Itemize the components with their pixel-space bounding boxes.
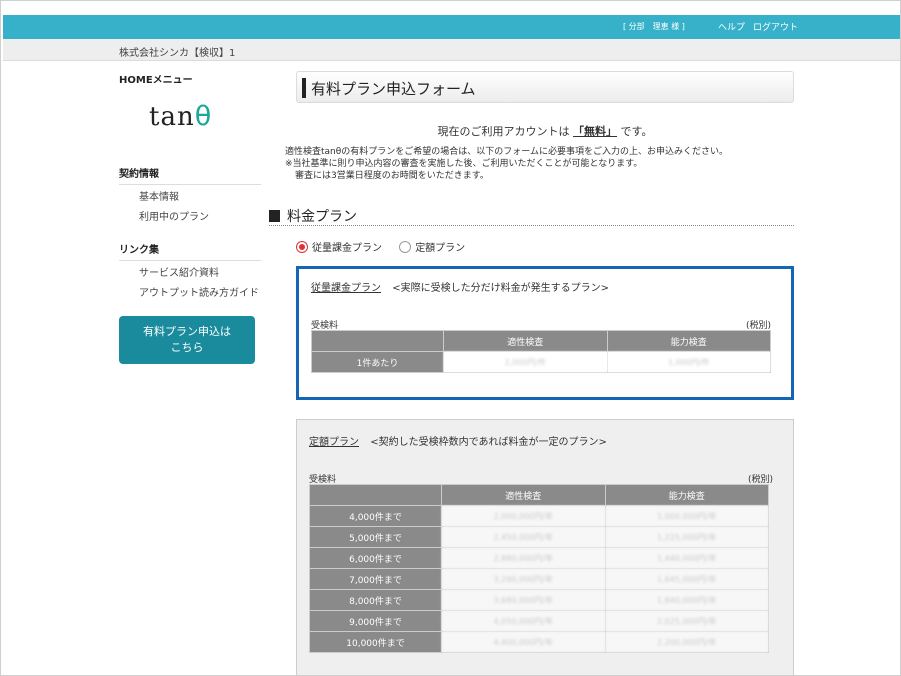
usage-plan-box[interactable]: 従量課金プラン <実際に受検した分だけ料金が発生するプラン> 受検料 (税別) … — [296, 266, 794, 400]
home-menu-title[interactable]: HOMEメニュー — [119, 71, 261, 86]
apply-button-line2: こちら — [170, 341, 204, 354]
account-suffix: です。 — [620, 125, 653, 138]
account-status: 現在のご利用アカウントは 「無料」 です。 — [296, 123, 794, 139]
row-label: 1件あたり — [311, 351, 444, 373]
price-value: 4,400,000円/年 — [441, 631, 606, 653]
usage-plan-header: 従量課金プラン <実際に受検した分だけ料金が発生するプラン> — [311, 279, 609, 294]
table-corner — [309, 484, 442, 506]
row-label: 4,000件まで — [309, 505, 442, 527]
table-row: 10,000件まで 4,400,000円/年 2,200,000円/年 — [309, 631, 769, 653]
price-value: 3,680,000円/年 — [441, 589, 606, 611]
logo-theta-symbol: θ — [194, 101, 213, 132]
table-header-row: 適性検査 能力検査 — [309, 484, 769, 506]
row-label: 7,000件まで — [309, 568, 442, 590]
fixed-plan-description: <契約した受検枠数内であれば料金が一定のプラン> — [370, 437, 607, 448]
sidebar-item-current-plan[interactable]: 利用中のプラン — [139, 208, 209, 223]
sidebar-item-basic-info[interactable]: 基本情報 — [139, 188, 179, 203]
account-plan: 「無料」 — [573, 125, 618, 138]
desc-line-1: 適性検査tanθの有料プランをご希望の場合は、以下のフォームに必要事項をご入力の… — [285, 147, 728, 157]
desc-line-3: 審査には3営業日程度のお時間をいただきます。 — [295, 171, 489, 181]
help-link[interactable]: ヘルプ — [718, 20, 745, 33]
row-label: 8,000件まで — [309, 589, 442, 611]
price-value: 1,000円/件 — [606, 351, 771, 373]
column-header-aptitude: 適性検査 — [443, 330, 608, 352]
column-header-ability: 能力検査 — [606, 330, 771, 352]
user-name: [ 分部 理恵 様 ] — [623, 22, 685, 31]
row-label: 6,000件まで — [309, 547, 442, 569]
price-value: 2,450,000円/年 — [441, 526, 606, 548]
logo-text: tan — [149, 102, 195, 132]
description: 適性検査tanθの有料プランをご希望の場合は、以下のフォームに必要事項をご入力の… — [285, 146, 795, 182]
table-row: 6,000件まで 2,880,000円/年 1,440,000円/年 — [309, 547, 769, 569]
fixed-plan-name[interactable]: 定額プラン — [309, 437, 359, 448]
links-title: リンク集 — [119, 241, 261, 261]
row-label: 5,000件まで — [309, 526, 442, 548]
price-value: 2,000円/件 — [443, 351, 608, 373]
paid-plan-apply-button[interactable]: 有料プラン申込は こちら — [119, 316, 255, 364]
heading-square-decoration — [269, 210, 280, 222]
price-value: 1,840,000円/年 — [604, 589, 769, 611]
title-bar-decoration — [302, 78, 306, 98]
radio-usage-plan[interactable] — [296, 240, 308, 253]
sidebar-item-output-guide[interactable]: アウトプット読み方ガイド — [139, 284, 259, 299]
radio-fixed-plan-label[interactable]: 定額プラン — [415, 243, 465, 254]
sidebar-item-service-docs[interactable]: サービス紹介資料 — [139, 264, 219, 279]
fixed-plan-box[interactable]: 定額プラン <契約した受検枠数内であれば料金が一定のプラン> 受検料 (税別) … — [296, 419, 794, 675]
price-value: 1,440,000円/年 — [604, 547, 769, 569]
fixed-plan-header: 定額プラン <契約した受検枠数内であれば料金が一定のプラン> — [309, 433, 607, 448]
contract-info-title: 契約情報 — [119, 165, 261, 185]
row-label: 9,000件まで — [309, 610, 442, 632]
plan-radio-group: 従量課金プラン 定額プラン — [296, 239, 479, 254]
account-prefix: 現在のご利用アカウントは — [437, 125, 570, 138]
form-title-box: 有料プラン申込フォーム — [296, 71, 794, 103]
company-bar: 株式会社シンカ【検収】1 — [3, 39, 900, 61]
fixed-price-table: 適性検査 能力検査 4,000件まで 2,000,000円/年 1,000,00… — [309, 484, 769, 653]
price-value: 1,225,000円/年 — [604, 526, 769, 548]
table-row: 9,000件まで 4,050,000円/年 2,025,000円/年 — [309, 610, 769, 632]
top-bar: [ 分部 理恵 様 ] ヘルプ ログアウト — [3, 15, 900, 39]
desc-line-2: ※当社基準に則り申込内容の審査を実施した後、ご利用いただくことが可能となります。 — [285, 159, 643, 169]
table-row: 4,000件まで 2,000,000円/年 1,000,000円/年 — [309, 505, 769, 527]
price-value: 2,025,000円/年 — [604, 610, 769, 632]
price-value: 1,000,000円/年 — [604, 505, 769, 527]
app-frame: [ 分部 理恵 様 ] ヘルプ ログアウト 株式会社シンカ【検収】1 HOMEメ… — [0, 0, 901, 676]
row-label: 10,000件まで — [309, 631, 442, 653]
table-header-row: 適性検査 能力検査 — [311, 330, 771, 352]
price-value: 1,645,000円/年 — [604, 568, 769, 590]
logout-link[interactable]: ログアウト — [753, 20, 798, 33]
page-title: 有料プラン申込フォーム — [311, 80, 476, 98]
usage-plan-name[interactable]: 従量課金プラン — [311, 283, 381, 294]
sidebar: HOMEメニュー tanθ 契約情報 基本情報 利用中のプラン リンク集 サービ… — [119, 71, 261, 364]
table-row: 7,000件まで 3,290,000円/年 1,645,000円/年 — [309, 568, 769, 590]
price-value: 3,290,000円/年 — [441, 568, 606, 590]
price-plan-title: 料金プラン — [287, 209, 357, 225]
usage-price-table: 適性検査 能力検査 1件あたり 2,000円/件 1,000円/件 — [311, 330, 771, 373]
price-value: 2,880,000円/年 — [441, 547, 606, 569]
price-value: 4,050,000円/年 — [441, 610, 606, 632]
table-row: 8,000件まで 3,680,000円/年 1,840,000円/年 — [309, 589, 769, 611]
table-row: 1件あたり 2,000円/件 1,000円/件 — [311, 351, 771, 373]
price-plan-heading: 料金プラン — [269, 206, 794, 226]
column-header-aptitude: 適性検査 — [441, 484, 606, 506]
table-corner — [311, 330, 444, 352]
radio-fixed-plan[interactable] — [399, 240, 412, 253]
table-row: 5,000件まで 2,450,000円/年 1,225,000円/年 — [309, 526, 769, 548]
price-value: 2,200,000円/年 — [604, 631, 769, 653]
price-value: 2,000,000円/年 — [441, 505, 606, 527]
column-header-ability: 能力検査 — [604, 484, 769, 506]
radio-usage-plan-label[interactable]: 従量課金プラン — [312, 243, 382, 254]
apply-button-line1: 有料プラン申込は — [143, 325, 231, 338]
company-name: 株式会社シンカ【検収】1 — [119, 48, 236, 59]
usage-plan-description: <実際に受検した分だけ料金が発生するプラン> — [392, 283, 609, 294]
tan-theta-logo: tanθ — [149, 101, 212, 132]
